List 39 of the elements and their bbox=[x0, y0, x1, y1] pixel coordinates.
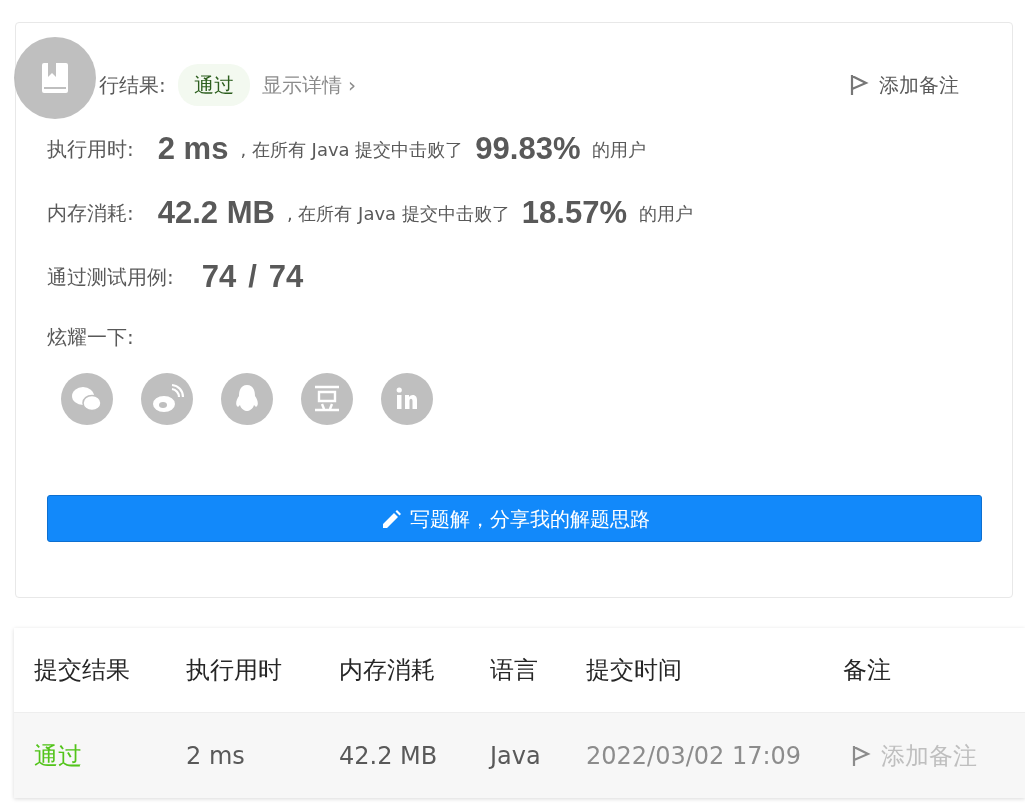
details-link[interactable]: 显示详情 › bbox=[261, 70, 357, 100]
passed-count: 74 bbox=[201, 257, 237, 296]
share-label: 炫耀一下: bbox=[47, 324, 134, 351]
result-label: 行结果: bbox=[99, 72, 166, 99]
write-solution-button[interactable]: 写题解，分享我的解题思路 bbox=[47, 495, 982, 542]
percent-value: 99.83% bbox=[475, 129, 581, 168]
stat-value: 2 ms bbox=[157, 129, 229, 168]
stat-label: 内存消耗: bbox=[47, 200, 134, 227]
wechat-icon[interactable] bbox=[61, 373, 113, 425]
tests-label: 通过测试用例: bbox=[47, 264, 174, 291]
column-header: 内存消耗 bbox=[339, 655, 436, 686]
stat-suffix: 的用户 bbox=[592, 137, 647, 162]
column-header: 提交结果 bbox=[34, 655, 131, 686]
add-note-button[interactable]: 添加备注 bbox=[849, 70, 981, 100]
column-header: 备注 bbox=[843, 655, 892, 686]
linkedin-icon[interactable] bbox=[381, 373, 433, 425]
flag-icon bbox=[849, 73, 869, 97]
stat-text: , 在所有 Java 提交中击败了 bbox=[240, 137, 464, 162]
total-count: 74 bbox=[268, 257, 304, 296]
column-header: 执行用时 bbox=[186, 655, 283, 686]
stat-text: , 在所有 Java 提交中击败了 bbox=[286, 201, 510, 226]
flag-icon bbox=[851, 743, 871, 768]
separator: / bbox=[248, 257, 257, 296]
table-cell-text: Java bbox=[490, 740, 542, 772]
douban-icon[interactable] bbox=[301, 373, 353, 425]
status-cell-text: 通过 bbox=[34, 740, 83, 772]
bookmark-icon bbox=[39, 61, 71, 95]
stat-suffix: 的用户 bbox=[639, 201, 693, 226]
stat-label: 执行用时: bbox=[47, 136, 134, 163]
percent-value: 18.57% bbox=[521, 193, 627, 232]
table-cell-text: 2 ms bbox=[186, 740, 246, 772]
column-header: 语言 bbox=[490, 655, 539, 686]
table-cell-text: 42.2 MB bbox=[339, 740, 439, 772]
table-cell-text: 2022/03/02 17:09 bbox=[586, 740, 803, 772]
penguin-icon[interactable] bbox=[221, 373, 273, 425]
stat-value: 42.2 MB bbox=[157, 193, 275, 232]
column-header: 提交时间 bbox=[586, 655, 683, 686]
weibo-icon[interactable] bbox=[141, 373, 193, 425]
status-badge: 通过 bbox=[177, 64, 250, 106]
